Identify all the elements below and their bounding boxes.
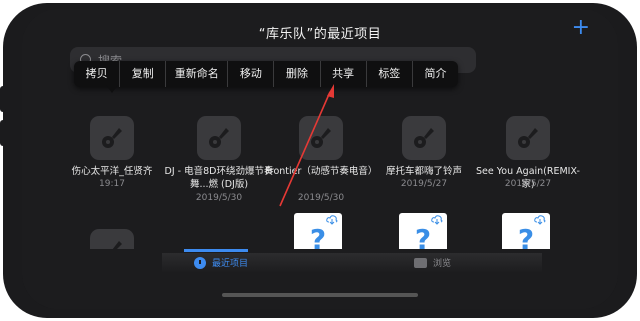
annotation-arrow: [279, 84, 334, 207]
